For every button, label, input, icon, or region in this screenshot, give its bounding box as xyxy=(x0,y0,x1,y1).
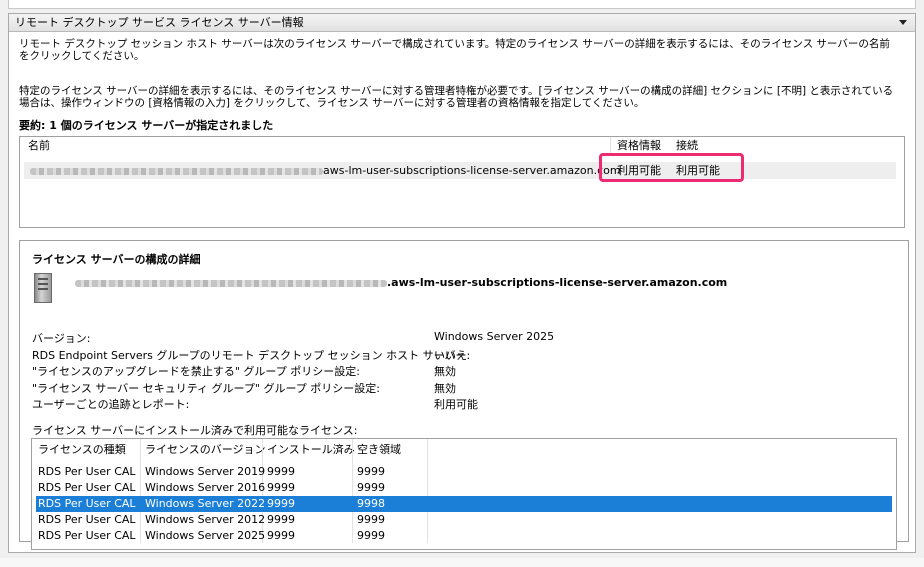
config-server-name: .aws-lm-user-subscriptions-license-serve… xyxy=(75,276,727,289)
license-server-list: 名前 資格情報 接続 aws-lm-user-subscriptions-lic… xyxy=(19,136,905,228)
column-header-name[interactable]: 名前 xyxy=(28,137,50,155)
description-text-2: 特定のライセンス サーバーの詳細を表示するには、そのライセンス サーバーに対する… xyxy=(19,85,894,109)
prop-value-per-user-tracking: 利用可能 xyxy=(434,398,478,411)
license-available: 9999 xyxy=(357,465,385,478)
server-name-link[interactable]: aws-lm-user-subscriptions-license-server… xyxy=(323,164,621,177)
license-installed: 9999 xyxy=(267,513,295,526)
license-server-config-details: ライセンス サーバーの構成の詳細 .aws-lm-user-subscripti… xyxy=(19,240,909,550)
license-version: Windows Server 2016 xyxy=(145,481,266,494)
license-installed: 9999 xyxy=(267,497,295,510)
prop-value-upgrade-policy: 無効 xyxy=(434,365,456,378)
summary-text: 要約: 1 個のライセンス サーバーが指定されました xyxy=(19,119,274,132)
table-row[interactable]: aws-lm-user-subscriptions-license-server… xyxy=(24,162,896,179)
prop-value-security-group: 無効 xyxy=(434,382,456,395)
license-type: RDS Per User CAL xyxy=(38,497,136,510)
license-available: 9998 xyxy=(357,497,385,510)
prop-label-upgrade-policy: "ライセンスのアップグレードを禁止する" グループ ポリシー設定: xyxy=(32,365,360,378)
prop-label-version: バージョン: xyxy=(32,332,91,345)
license-available: 9999 xyxy=(357,529,385,542)
column-header-license-version[interactable]: ライセンスのバージョン xyxy=(145,439,266,461)
panel-title: リモート デスクトップ サービス ライセンス サーバー情報 xyxy=(15,16,304,29)
license-type: RDS Per User CAL xyxy=(38,513,136,526)
table-row[interactable]: RDS Per User CAL Windows Server 2016 999… xyxy=(36,480,892,496)
license-available: 9999 xyxy=(357,513,385,526)
license-type: RDS Per User CAL xyxy=(38,481,136,494)
bottom-edge xyxy=(0,558,924,567)
license-version: Windows Server 2025 xyxy=(145,529,266,542)
prop-value-version: Windows Server 2025 xyxy=(434,330,555,343)
prop-label-rds-endpoint: RDS Endpoint Servers グループのリモート デスクトップ セッ… xyxy=(32,349,471,362)
config-server-name-text: .aws-lm-user-subscriptions-license-serve… xyxy=(387,276,728,289)
redacted-hostname xyxy=(30,167,323,175)
column-header-license-type[interactable]: ライセンスの種類 xyxy=(38,439,126,461)
column-header-available[interactable]: 空き領域 xyxy=(357,439,401,461)
licenses-label: ライセンス サーバーにインストール済みで利用可能なライセンス: xyxy=(32,424,358,437)
license-type: RDS Per User CAL xyxy=(38,465,136,478)
license-available: 9999 xyxy=(357,481,385,494)
panel-header[interactable]: リモート デスクトップ サービス ライセンス サーバー情報 xyxy=(9,14,915,32)
config-title: ライセンス サーバーの構成の詳細 xyxy=(32,253,201,266)
license-type: RDS Per User CAL xyxy=(38,529,136,542)
table-row[interactable]: RDS Per User CAL Windows Server 2019 999… xyxy=(36,464,892,480)
license-server-info-panel: リモート デスクトップ サービス ライセンス サーバー情報 リモート デスクトッ… xyxy=(8,13,916,553)
top-panel-edge xyxy=(8,0,916,9)
license-installed: 9999 xyxy=(267,465,295,478)
collapse-arrow-icon[interactable] xyxy=(899,20,907,25)
prop-value-rds-endpoint: いいえ xyxy=(434,349,467,362)
row-name-cell: aws-lm-user-subscriptions-license-server… xyxy=(30,162,621,179)
license-installed: 9999 xyxy=(267,529,295,542)
table-row-selected[interactable]: RDS Per User CAL Windows Server 2022 999… xyxy=(36,496,892,512)
license-version: Windows Server 2022 xyxy=(145,497,266,510)
prop-label-per-user-tracking: ユーザーごとの追跡とレポート: xyxy=(32,398,190,411)
redacted-hostname xyxy=(75,279,387,287)
prop-label-security-group: "ライセンス サーバー セキュリティ グループ" グループ ポリシー設定: xyxy=(32,382,380,395)
license-version: Windows Server 2012 xyxy=(145,513,266,526)
licenses-table: ライセンスの種類 ライセンスのバージョン インストール済み 空き領域 RDS P… xyxy=(31,438,897,550)
server-icon xyxy=(34,273,52,303)
description-text-1: リモート デスクトップ セッション ホスト サーバーは次のライセンス サーバーで… xyxy=(19,38,890,62)
license-installed: 9999 xyxy=(267,481,295,494)
license-version: Windows Server 2019 xyxy=(145,465,266,478)
table-row[interactable]: RDS Per User CAL Windows Server 2012 999… xyxy=(36,512,892,528)
column-header-installed[interactable]: インストール済み xyxy=(267,439,355,461)
highlight-annotation xyxy=(599,153,744,182)
table-row[interactable]: RDS Per User CAL Windows Server 2025 999… xyxy=(36,528,892,544)
